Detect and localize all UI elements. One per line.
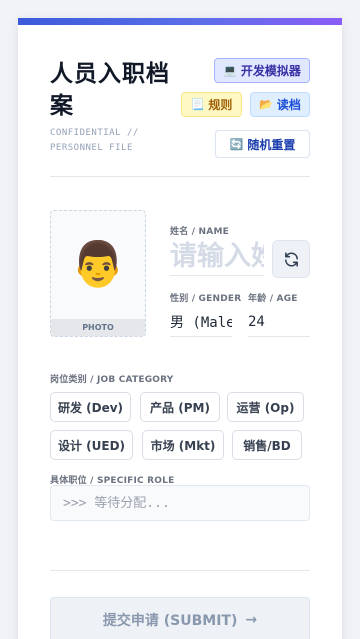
arrow-right-icon: →	[245, 612, 258, 628]
rules-button[interactable]: 📃 规则	[181, 92, 242, 117]
dev-simulator-label: 开发模拟器	[240, 64, 301, 78]
regenerate-name-button[interactable]	[272, 240, 310, 278]
photo-label: PHOTO	[51, 319, 145, 336]
dev-simulator-button[interactable]: 💻 开发模拟器	[214, 58, 310, 83]
name-input[interactable]	[170, 238, 264, 276]
gender-field[interactable]	[170, 307, 232, 337]
job-category-op[interactable]: 运营 (Op)	[227, 392, 304, 422]
role-input[interactable]	[50, 485, 310, 521]
random-reset-button[interactable]: 🔄 随机重置	[215, 130, 310, 158]
rules-label: 规则	[208, 98, 233, 112]
submit-label: 提交申请 (SUBMIT)	[102, 613, 238, 629]
gender-label: 性别 / GENDER	[170, 294, 242, 304]
onboarding-card: 人员入职档案 CONFIDENTIAL // PERSONNEL FILE 💻 …	[18, 18, 342, 639]
job-category-dev[interactable]: 研发 (Dev)	[50, 392, 131, 422]
load-save-button[interactable]: 📂 读档	[250, 92, 310, 117]
refresh-icon	[284, 251, 298, 267]
age-field[interactable]	[248, 307, 310, 337]
job-category-bd[interactable]: 销售/BD	[232, 430, 302, 460]
job-category-mkt[interactable]: 市场 (Mkt)	[142, 430, 224, 460]
job-category-pm[interactable]: 产品 (PM)	[140, 392, 220, 422]
name-label: 姓名 / NAME	[170, 227, 229, 237]
document-icon: 📃	[190, 98, 205, 111]
avatar: 👨	[70, 239, 126, 290]
random-reset-label: 随机重置	[247, 137, 296, 152]
folder-icon: 📂	[259, 98, 273, 111]
page-subtitle: CONFIDENTIAL // PERSONNEL FILE	[50, 128, 139, 153]
photo-frame[interactable]: 👨 PHOTO	[50, 210, 146, 337]
submit-button[interactable]: 提交申请 (SUBMIT) →	[50, 597, 310, 639]
age-label: 年龄 / AGE	[248, 294, 298, 304]
footer-divider	[50, 570, 310, 571]
job-category-label: 岗位类别 / JOB CATEGORY	[50, 375, 174, 385]
page-title: 人员入职档案	[50, 61, 170, 119]
laptop-icon: 💻	[223, 64, 237, 77]
shuffle-icon: 🔄	[229, 137, 244, 151]
accent-bar	[18, 18, 342, 25]
load-save-label: 读档	[276, 98, 301, 112]
job-category-ued[interactable]: 设计 (UED)	[50, 430, 133, 460]
header-divider	[50, 176, 310, 177]
